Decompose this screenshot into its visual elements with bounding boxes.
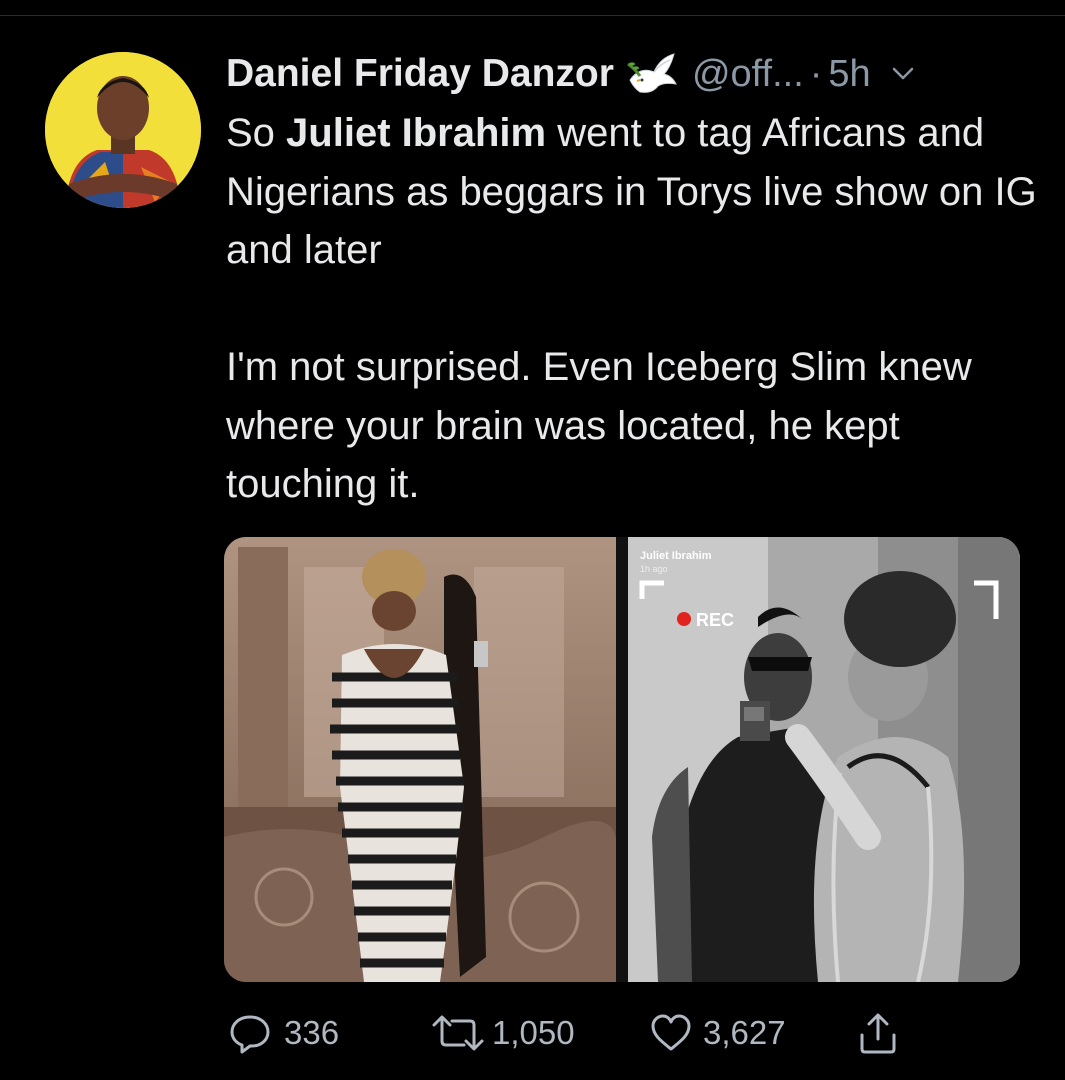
avatar[interactable] (45, 52, 201, 208)
tweet-header: Daniel Friday Danzor @off... · 5h (226, 46, 915, 102)
dove-of-peace-icon (626, 50, 678, 98)
like-count: 3,627 (703, 1014, 786, 1051)
share-button[interactable] (856, 1008, 900, 1058)
reply-count: 336 (284, 1014, 340, 1051)
separator-dot: · (809, 52, 823, 95)
story-time: 1h ago (640, 564, 668, 574)
tweet-actions: 336 1,050 3,627 (226, 1008, 926, 1058)
instagram-story-screenshot[interactable]: REC Juliet Ibrahim 1h ago (628, 537, 1020, 982)
mentioned-name: Juliet Ibrahim (286, 111, 547, 155)
rec-dot-icon (677, 612, 691, 626)
tweet-text-body: went to tag Africans and Nigerians as be… (226, 111, 1037, 506)
heart-icon (649, 1011, 693, 1055)
divider (0, 15, 1065, 16)
retweet-button[interactable]: 1,050 (428, 1008, 575, 1058)
mirror-selfie-photo[interactable] (224, 537, 616, 982)
retweet-icon (428, 1011, 488, 1055)
like-button[interactable]: 3,627 (649, 1008, 786, 1058)
tweet-timestamp[interactable]: 5h (828, 53, 870, 96)
share-icon (856, 1011, 900, 1055)
tweet-text: So Juliet Ibrahim went to tag Africans a… (226, 104, 1046, 514)
tweet-media[interactable]: REC Juliet Ibrahim 1h ago (224, 537, 1020, 982)
story-rec-label: REC (696, 610, 734, 630)
author-handle[interactable]: @off... (692, 53, 804, 96)
story-username: Juliet Ibrahim (640, 550, 712, 562)
avatar-image (45, 52, 201, 208)
chevron-down-icon[interactable] (891, 66, 915, 82)
reply-button[interactable]: 336 (228, 1008, 339, 1058)
author-name[interactable]: Daniel Friday Danzor (226, 52, 614, 96)
reply-icon (228, 1011, 272, 1055)
tweet-text-intro: So (226, 111, 287, 155)
retweet-count: 1,050 (492, 1014, 575, 1051)
